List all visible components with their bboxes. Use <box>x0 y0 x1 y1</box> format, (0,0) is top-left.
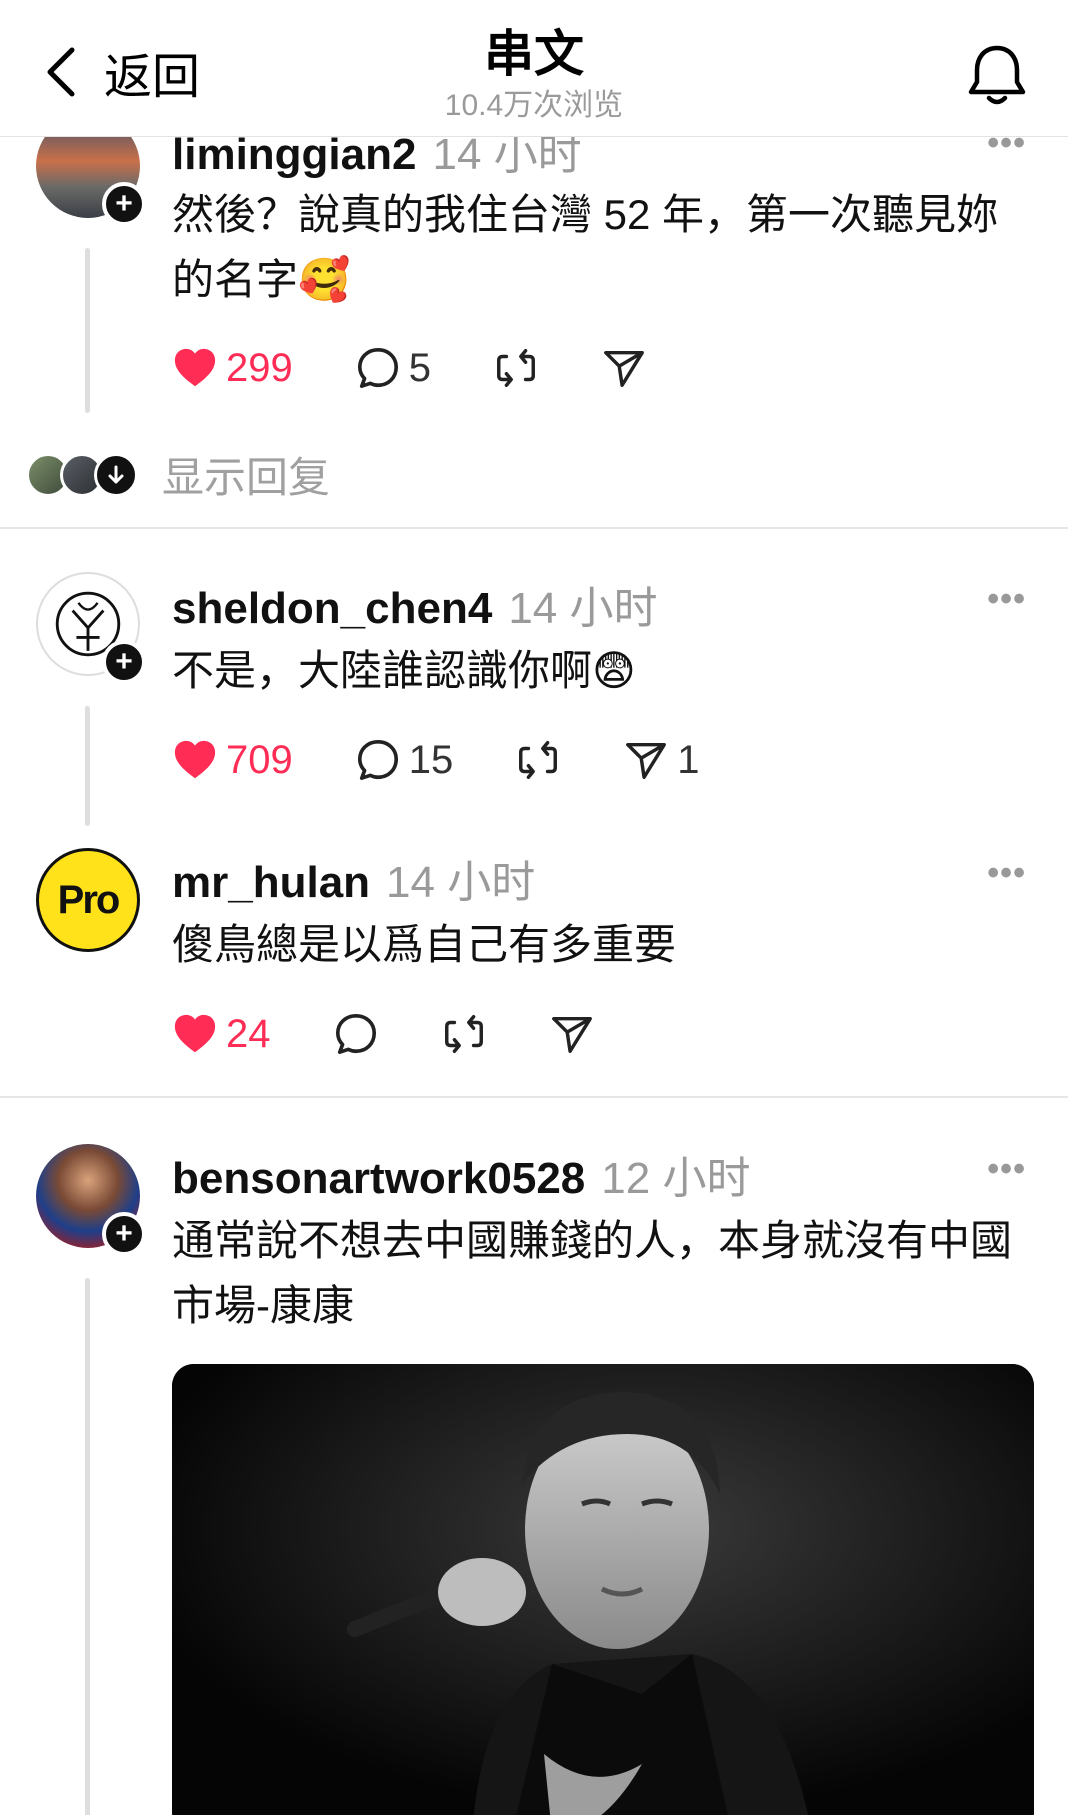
follow-button[interactable]: + <box>102 182 146 226</box>
heart-icon <box>174 348 216 387</box>
send-icon <box>626 742 667 779</box>
repost-icon <box>497 349 535 387</box>
repost-button[interactable] <box>493 345 539 391</box>
share-count: 1 <box>677 737 700 782</box>
follow-button[interactable]: + <box>102 1212 146 1256</box>
timestamp: 14 小时 <box>508 584 658 633</box>
post-text: 然後？說真的我住台灣 52 年，第一次聽見妳的名字🥰 <box>172 191 999 303</box>
like-button[interactable]: 299 <box>172 345 293 391</box>
like-button[interactable]: 709 <box>172 737 293 783</box>
page-title: 串文 <box>484 26 584 82</box>
more-icon[interactable]: ••• <box>987 854 1026 893</box>
username[interactable]: bensonartwork0528 12 小时 <box>172 1142 750 1206</box>
post-text: 傻鳥總是以爲自己有多重要 <box>172 921 677 968</box>
username[interactable]: sheldon_chen4 14 小时 <box>172 572 657 636</box>
username-text: sheldon_chen4 <box>172 584 493 633</box>
action-bar: 24 <box>172 1004 657 1064</box>
reply-button[interactable] <box>333 1011 379 1057</box>
view-count: 10.4万次浏览 <box>444 89 624 122</box>
avatar-logo-text: Pro <box>57 877 121 922</box>
heart-icon <box>174 1014 216 1053</box>
send-icon <box>604 350 644 387</box>
reply-button[interactable]: 5 <box>355 345 431 391</box>
more-icon[interactable]: ••• <box>987 1150 1026 1189</box>
repost-icon <box>444 1015 483 1053</box>
share-button[interactable] <box>601 345 647 391</box>
like-count: 299 <box>226 345 293 390</box>
like-count: 709 <box>226 737 293 782</box>
repost-icon <box>519 741 558 779</box>
like-button[interactable]: 24 <box>172 1011 271 1057</box>
avatar[interactable]: Pro <box>36 848 140 952</box>
top-bar: 返回 串文 10.4万次浏览 <box>0 0 1068 137</box>
comment-icon <box>335 1013 376 1055</box>
repost-button[interactable] <box>515 737 561 783</box>
plus-icon: + <box>115 645 133 678</box>
repost-button[interactable] <box>441 1011 487 1057</box>
show-replies-button[interactable]: 显示回复 <box>26 444 330 505</box>
reply-button[interactable]: 15 <box>355 737 454 783</box>
arrow-down-icon <box>94 452 138 497</box>
reply-count: 5 <box>408 345 431 390</box>
timestamp: 14 小时 <box>386 858 536 907</box>
post-text: 通常說不想去中國賺錢的人，本身就沒有中國市場-康康 <box>172 1217 1013 1329</box>
share-button[interactable] <box>549 1011 595 1057</box>
title-block: 串文 10.4万次浏览 <box>0 22 1068 124</box>
thread-line <box>85 706 90 826</box>
singer-photo <box>172 1364 1034 1815</box>
timestamp: 14 小时 <box>432 130 582 179</box>
comment-icon <box>357 739 398 781</box>
post-text: 不是，大陸誰認識你啊😨 <box>172 647 636 694</box>
username-text: mr_hulan <box>172 858 371 907</box>
thread-line <box>85 248 90 413</box>
action-bar: 709 15 1 <box>172 730 762 790</box>
bell-icon[interactable] <box>966 42 1028 108</box>
comment-icon <box>357 347 398 389</box>
like-count: 24 <box>226 1011 271 1056</box>
show-replies-label: 显示回复 <box>162 454 331 501</box>
share-button[interactable]: 1 <box>623 737 700 783</box>
thread-line <box>85 1278 90 1815</box>
heart-icon <box>174 740 216 779</box>
plus-icon: + <box>115 1217 133 1250</box>
divider <box>0 1096 1068 1098</box>
follow-button[interactable]: + <box>102 640 146 684</box>
username-text: bensonartwork0528 <box>172 1154 586 1203</box>
more-icon[interactable]: ••• <box>987 580 1026 619</box>
plus-icon: + <box>115 187 133 220</box>
username[interactable]: mr_hulan 14 小时 <box>172 846 535 910</box>
username-text: liminggian2 <box>172 130 417 179</box>
reply-count: 15 <box>408 737 454 782</box>
action-bar: 299 5 <box>172 338 709 398</box>
divider <box>0 527 1068 529</box>
send-icon <box>551 1016 592 1053</box>
post-photo[interactable] <box>172 1364 1034 1815</box>
timestamp: 12 小时 <box>601 1154 751 1203</box>
